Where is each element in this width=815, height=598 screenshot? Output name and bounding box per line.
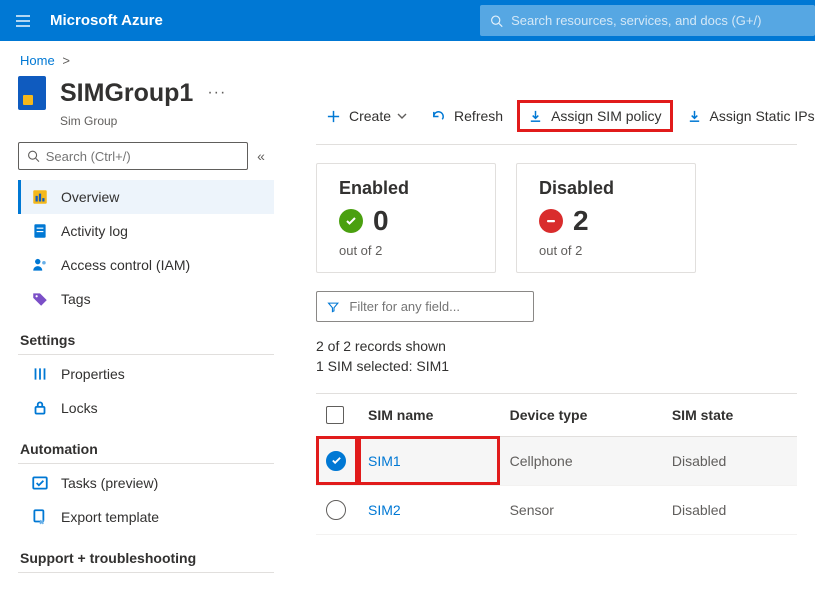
card-count: 0: [373, 205, 389, 237]
section-header-automation: Automation: [20, 441, 274, 457]
refresh-button[interactable]: Refresh: [421, 100, 513, 132]
filter-input[interactable]: [349, 299, 523, 314]
card-subtext: out of 2: [339, 243, 473, 258]
chevron-right-icon: >: [62, 53, 70, 68]
export-icon: [31, 508, 49, 526]
table-row[interactable]: SIM2 Sensor Disabled: [316, 485, 797, 534]
section-header-support: Support + troubleshooting: [20, 550, 274, 566]
hamburger-menu[interactable]: [0, 0, 45, 41]
button-label: Assign SIM policy: [551, 108, 661, 124]
blocked-circle-icon: [539, 209, 563, 233]
plus-icon: [326, 109, 341, 124]
button-label: Create: [349, 108, 391, 124]
global-search[interactable]: [480, 5, 815, 36]
menu-search[interactable]: [18, 142, 248, 170]
resource-icon: [18, 76, 46, 110]
nav-item-label: Activity log: [61, 223, 128, 239]
resource-type-label: Sim Group: [60, 114, 274, 128]
assign-static-ips-button[interactable]: Assign Static IPs: [677, 100, 815, 132]
collapse-sidebar-button[interactable]: «: [248, 148, 274, 164]
people-icon: [31, 256, 49, 274]
disabled-card: Disabled 2 out of 2: [516, 163, 696, 273]
records-meta: 2 of 2 records shown 1 SIM selected: SIM…: [316, 336, 797, 377]
card-title: Enabled: [339, 178, 473, 199]
nav-item-label: Properties: [61, 366, 125, 382]
divider: [18, 572, 274, 573]
device-type-cell: Sensor: [500, 485, 662, 534]
assign-sim-policy-button[interactable]: Assign SIM policy: [517, 100, 672, 132]
button-label: Refresh: [454, 108, 503, 124]
card-title: Disabled: [539, 178, 673, 199]
filter-box[interactable]: [316, 291, 534, 322]
col-header-name[interactable]: SIM name: [358, 393, 500, 436]
button-label: Assign Static IPs: [710, 108, 815, 124]
nav-access-control[interactable]: Access control (IAM): [18, 248, 274, 282]
lock-icon: [31, 399, 49, 417]
nav-item-label: Locks: [61, 400, 98, 416]
sim-state-cell: Disabled: [662, 436, 797, 485]
sim-name-link[interactable]: SIM1: [358, 436, 500, 485]
log-icon: [31, 222, 49, 240]
device-type-cell: Cellphone: [500, 436, 662, 485]
row-select-radio[interactable]: [326, 500, 346, 520]
nav-tasks[interactable]: Tasks (preview): [18, 466, 274, 500]
nav-item-label: Tasks (preview): [61, 475, 158, 491]
records-shown-text: 2 of 2 records shown: [316, 336, 797, 356]
menu-search-input[interactable]: [46, 149, 239, 164]
nav-export-template[interactable]: Export template: [18, 500, 274, 534]
download-icon: [528, 109, 543, 124]
nav-tags[interactable]: Tags: [18, 282, 274, 316]
nav-item-label: Overview: [61, 189, 119, 205]
properties-icon: [31, 365, 49, 383]
filter-icon: [327, 300, 339, 314]
refresh-icon: [431, 109, 446, 124]
check-circle-icon: [339, 209, 363, 233]
search-icon: [490, 14, 503, 28]
card-count: 2: [573, 205, 589, 237]
brand-label: Microsoft Azure: [45, 12, 163, 29]
sim-state-cell: Disabled: [662, 485, 797, 534]
nav-locks[interactable]: Locks: [18, 391, 274, 425]
enabled-card: Enabled 0 out of 2: [316, 163, 496, 273]
nav-properties[interactable]: Properties: [18, 357, 274, 391]
overview-icon: [31, 188, 49, 206]
sim-name-link[interactable]: SIM2: [358, 485, 500, 534]
table-row[interactable]: SIM1 Cellphone Disabled: [316, 436, 797, 485]
nav-activity-log[interactable]: Activity log: [18, 214, 274, 248]
col-header-device[interactable]: Device type: [500, 393, 662, 436]
breadcrumb: Home >: [0, 41, 815, 76]
chevron-down-icon: [397, 111, 407, 121]
search-icon: [27, 149, 40, 163]
nav-overview[interactable]: Overview: [18, 180, 274, 214]
more-actions-button[interactable]: ···: [207, 84, 226, 102]
nav-item-label: Access control (IAM): [61, 257, 190, 273]
page-title: SIMGroup1: [60, 79, 193, 108]
global-search-input[interactable]: [511, 13, 805, 28]
breadcrumb-home[interactable]: Home: [20, 53, 55, 68]
divider: [18, 463, 274, 464]
card-subtext: out of 2: [539, 243, 673, 258]
tasks-icon: [31, 474, 49, 492]
divider: [18, 354, 274, 355]
tag-icon: [31, 290, 49, 308]
select-all-checkbox[interactable]: [326, 406, 344, 424]
col-header-state[interactable]: SIM state: [662, 393, 797, 436]
section-header-settings: Settings: [20, 332, 274, 348]
download-icon: [687, 109, 702, 124]
sim-table: SIM name Device type SIM state SIM1 Cell…: [316, 393, 797, 535]
nav-item-label: Export template: [61, 509, 159, 525]
create-button[interactable]: Create: [316, 100, 417, 132]
records-selected-text: 1 SIM selected: SIM1: [316, 356, 797, 376]
row-select-radio[interactable]: [326, 451, 346, 471]
nav-item-label: Tags: [61, 291, 91, 307]
